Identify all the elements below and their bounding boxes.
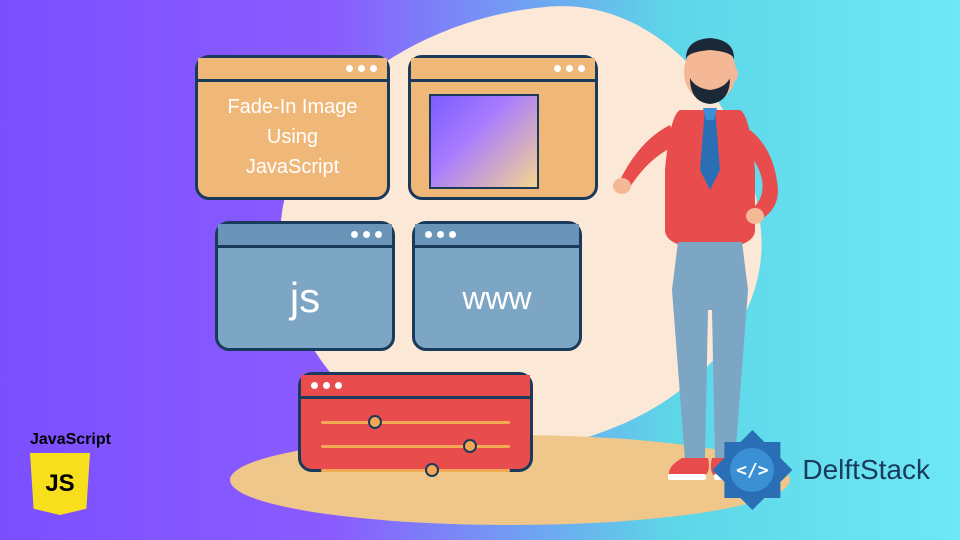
js-label: js — [290, 274, 320, 322]
illustration-stage: Fade-In Image Using JavaScript js — [0, 0, 960, 540]
window-dot-icon — [335, 382, 342, 389]
window-titlebar — [301, 375, 530, 399]
slider-track — [321, 445, 510, 448]
window-www: www — [412, 221, 582, 351]
window-dot-icon — [311, 382, 318, 389]
window-dot-icon — [363, 231, 370, 238]
window-dot-icon — [351, 231, 358, 238]
slider — [321, 437, 510, 455]
javascript-logo-icon: JS — [30, 453, 90, 515]
window-body — [411, 82, 595, 201]
window-body — [301, 399, 530, 499]
title-line: Fade-In Image — [206, 92, 379, 122]
window-dot-icon — [358, 65, 365, 72]
window-titlebar — [198, 58, 387, 82]
window-sliders — [298, 372, 533, 472]
window-body: js — [218, 248, 392, 348]
window-dot-icon — [323, 382, 330, 389]
slider-knob — [425, 463, 439, 477]
window-dot-icon — [554, 65, 561, 72]
window-js: js — [215, 221, 395, 351]
window-titlebar — [218, 224, 392, 248]
gradient-image — [429, 94, 539, 189]
javascript-badge-title: JavaScript — [30, 431, 111, 449]
delftstack-text: DelftStack — [802, 454, 930, 486]
title-line: JavaScript — [206, 152, 379, 182]
slider-track — [321, 421, 510, 424]
window-dot-icon — [346, 65, 353, 72]
slider — [321, 413, 510, 431]
window-titlebar — [415, 224, 579, 248]
window-dot-icon — [578, 65, 585, 72]
slider-track — [321, 469, 510, 472]
window-dot-icon — [425, 231, 432, 238]
window-dot-icon — [437, 231, 444, 238]
window-image — [408, 55, 598, 200]
javascript-logo-text: JS — [45, 470, 74, 498]
window-titlebar — [411, 58, 595, 82]
window-body: Fade-In Image Using JavaScript — [198, 82, 387, 192]
window-dot-icon — [370, 65, 377, 72]
window-dot-icon — [449, 231, 456, 238]
window-title-card: Fade-In Image Using JavaScript — [195, 55, 390, 200]
window-dot-icon — [566, 65, 573, 72]
www-label: www — [462, 280, 531, 317]
title-line: Using — [206, 122, 379, 152]
delftstack-logo-icon: </> — [712, 430, 792, 510]
javascript-badge: JavaScript JS — [30, 431, 111, 515]
delftstack-brand: </> DelftStack — [712, 430, 930, 510]
slider-knob — [368, 415, 382, 429]
slider — [321, 461, 510, 479]
window-dot-icon — [375, 231, 382, 238]
window-body: www — [415, 248, 579, 348]
slider-knob — [463, 439, 477, 453]
